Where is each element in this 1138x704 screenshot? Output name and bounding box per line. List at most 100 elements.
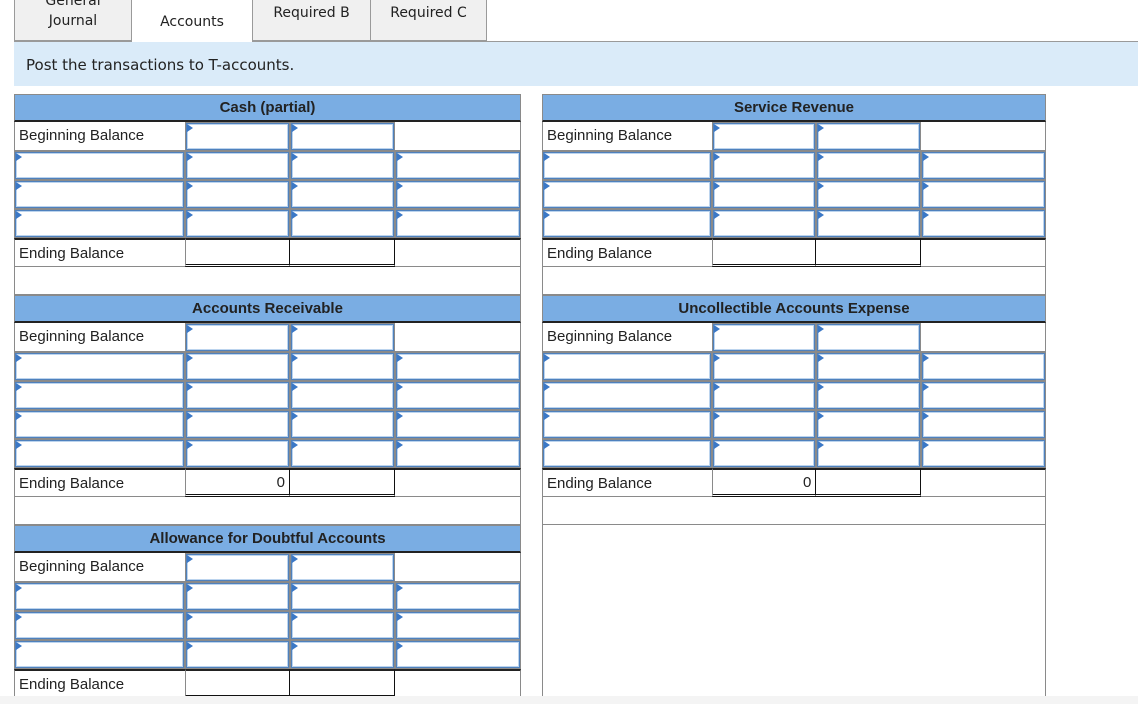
ending-balance-row: Ending Balance — [542, 238, 1046, 267]
credit-ref-input[interactable] — [397, 584, 519, 609]
credit-amount-input[interactable] — [818, 354, 919, 379]
credit-amount-input[interactable] — [818, 412, 919, 437]
beginning-debit-input[interactable] — [187, 555, 288, 580]
credit-amount-input[interactable] — [292, 211, 393, 236]
credit-ref-input[interactable] — [397, 211, 519, 236]
credit-amount-input[interactable] — [292, 584, 393, 609]
credit-ref-input[interactable] — [397, 613, 519, 638]
debit-ref-input[interactable] — [16, 383, 183, 408]
debit-ref-input[interactable] — [16, 354, 183, 379]
tab-t-accounts[interactable]: T- Accounts — [131, 0, 253, 42]
beginning-debit-input-cell — [185, 122, 290, 151]
credit-ref-input[interactable] — [922, 354, 1045, 379]
credit-ref-input[interactable] — [922, 153, 1045, 178]
debit-amount-input-cell — [711, 180, 817, 209]
debit-amount-input[interactable] — [187, 412, 288, 437]
debit-amount-input[interactable] — [187, 441, 288, 466]
debit-amount-input-cell — [185, 209, 290, 238]
debit-ref-input[interactable] — [16, 153, 183, 178]
beginning-debit-input[interactable] — [187, 325, 288, 350]
entry-marker-icon — [818, 412, 825, 420]
debit-ref-input[interactable] — [544, 182, 710, 207]
credit-amount-input-cell — [290, 381, 395, 410]
beginning-credit-input[interactable] — [818, 325, 919, 350]
beginning-credit-input[interactable] — [818, 124, 919, 149]
credit-ref-input[interactable] — [397, 354, 519, 379]
credit-ref-input[interactable] — [397, 182, 519, 207]
debit-amount-input[interactable] — [713, 354, 815, 379]
credit-amount-input[interactable] — [818, 441, 919, 466]
debit-ref-input[interactable] — [544, 354, 710, 379]
tab-required-c[interactable]: Required C — [370, 0, 487, 41]
beginning-credit-input[interactable] — [292, 555, 393, 580]
credit-ref-input[interactable] — [397, 441, 519, 466]
debit-ref-input[interactable] — [544, 441, 710, 466]
debit-amount-input[interactable] — [187, 182, 288, 207]
credit-ref-input[interactable] — [922, 383, 1045, 408]
debit-ref-input[interactable] — [16, 211, 183, 236]
debit-ref-input[interactable] — [544, 153, 710, 178]
credit-amount-input[interactable] — [818, 153, 919, 178]
credit-amount-input[interactable] — [818, 182, 919, 207]
entry-marker-icon — [397, 584, 403, 592]
credit-amount-input[interactable] — [292, 441, 393, 466]
debit-ref-input[interactable] — [544, 383, 710, 408]
debit-amount-input[interactable] — [187, 354, 288, 379]
entry-row — [542, 381, 1047, 410]
credit-ref-input[interactable] — [397, 412, 519, 437]
beginning-credit-input[interactable] — [292, 124, 393, 149]
credit-amount-input[interactable] — [292, 412, 393, 437]
entry-marker-icon — [544, 182, 550, 190]
credit-ref-input[interactable] — [922, 412, 1045, 437]
beginning-debit-input[interactable] — [187, 124, 288, 149]
debit-amount-input[interactable] — [713, 153, 815, 178]
credit-amount-input[interactable] — [292, 642, 393, 667]
debit-ref-input-cell — [14, 640, 185, 669]
beginning-debit-input[interactable] — [713, 325, 815, 350]
spacer — [542, 267, 1046, 295]
debit-amount-input[interactable] — [187, 613, 288, 638]
debit-amount-input[interactable] — [187, 211, 288, 236]
t-account-cash-partial: Cash (partial) Beginning Balance Ending Ba… — [14, 94, 521, 295]
tab-required-b[interactable]: Required B — [252, 0, 371, 41]
credit-ref-input[interactable] — [922, 441, 1045, 466]
credit-amount-input[interactable] — [818, 211, 919, 236]
credit-amount-input[interactable] — [292, 153, 393, 178]
beginning-debit-input[interactable] — [713, 124, 815, 149]
instruction-text: Post the transactions to T-accounts. — [26, 56, 295, 74]
debit-amount-input[interactable] — [187, 584, 288, 609]
debit-ref-input[interactable] — [544, 211, 710, 236]
credit-amount-input[interactable] — [818, 383, 919, 408]
beginning-credit-input[interactable] — [292, 325, 393, 350]
credit-ref-input[interactable] — [397, 642, 519, 667]
debit-amount-input[interactable] — [713, 211, 815, 236]
debit-ref-input[interactable] — [16, 182, 183, 207]
debit-amount-input[interactable] — [187, 383, 288, 408]
credit-ref-input[interactable] — [397, 153, 519, 178]
credit-amount-input[interactable] — [292, 354, 393, 379]
credit-ref-input[interactable] — [922, 211, 1045, 236]
credit-amount-input[interactable] — [292, 182, 393, 207]
debit-ref-input[interactable] — [16, 613, 183, 638]
tab-general-journal[interactable]: General Journal — [14, 0, 132, 41]
debit-amount-input[interactable] — [713, 182, 815, 207]
debit-amount-input[interactable] — [713, 441, 815, 466]
credit-amount-input-cell — [816, 410, 921, 439]
debit-amount-input[interactable] — [713, 412, 815, 437]
entry-marker-icon — [292, 555, 298, 563]
credit-ref-input[interactable] — [397, 383, 519, 408]
debit-amount-input[interactable] — [187, 153, 288, 178]
entry-marker-icon — [922, 182, 929, 190]
debit-ref-input[interactable] — [16, 441, 183, 466]
debit-ref-input[interactable] — [16, 584, 183, 609]
debit-ref-input[interactable] — [16, 642, 183, 667]
credit-amount-input[interactable] — [292, 613, 393, 638]
debit-ref-input[interactable] — [544, 412, 710, 437]
debit-amount-input[interactable] — [187, 642, 288, 667]
credit-ref-input[interactable] — [922, 182, 1045, 207]
entry-marker-icon — [713, 412, 720, 420]
entry-marker-icon — [544, 412, 550, 420]
debit-amount-input[interactable] — [713, 383, 815, 408]
debit-ref-input[interactable] — [16, 412, 183, 437]
credit-amount-input[interactable] — [292, 383, 393, 408]
